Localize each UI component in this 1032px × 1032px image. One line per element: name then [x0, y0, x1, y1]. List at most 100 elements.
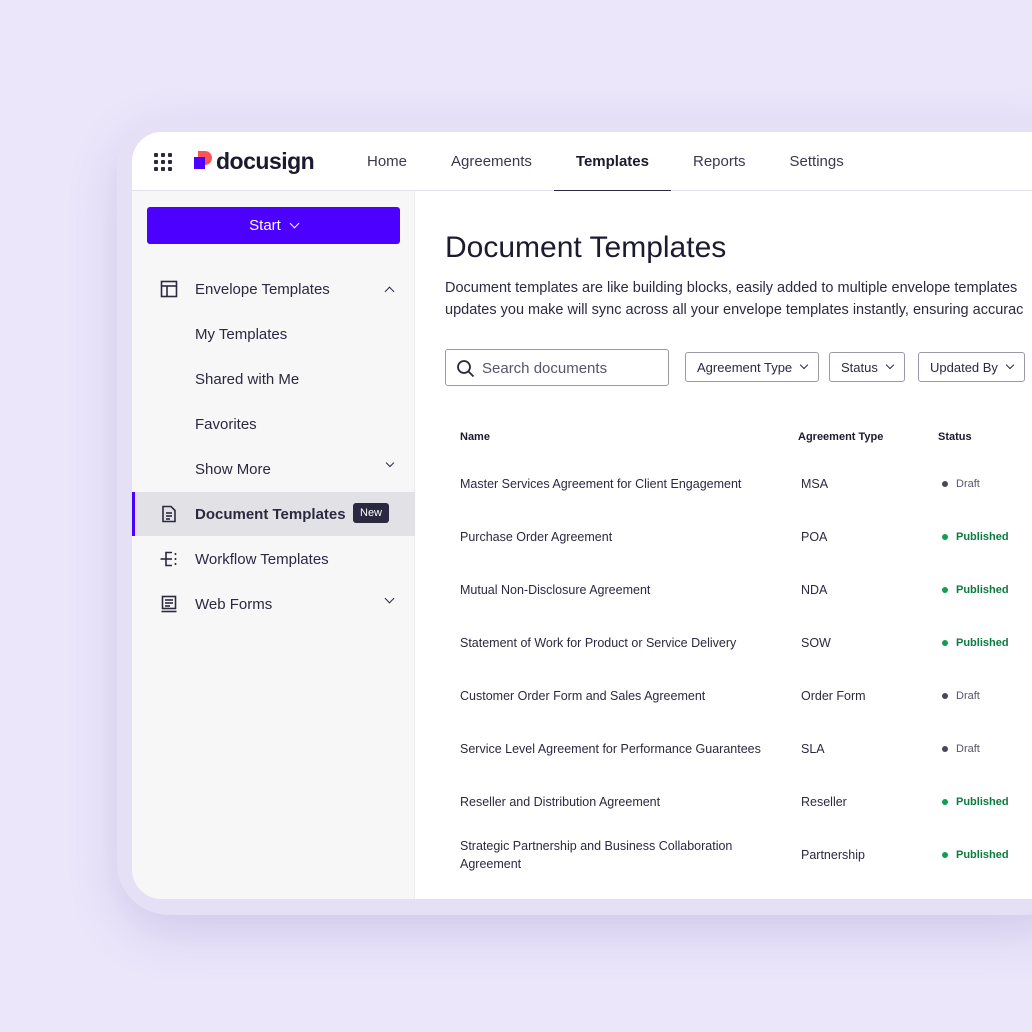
sidebar-item-favorites[interactable]: Favorites [132, 402, 415, 446]
table-row[interactable]: Customer Order Form and Sales Agreement … [445, 669, 1032, 722]
nav-templates[interactable]: Templates [553, 132, 672, 192]
template-name[interactable]: Purchase Order Agreement [460, 528, 765, 546]
sidebar-item-label: Show More [195, 460, 271, 478]
sidebar-item-show-more[interactable]: Show More [132, 447, 415, 491]
status-dot-icon [942, 851, 948, 858]
column-header-status[interactable]: Status [938, 431, 972, 443]
filter-label: Updated By [930, 359, 998, 375]
status-dot-icon [942, 692, 948, 699]
sidebar-item-label: Workflow Templates [195, 550, 329, 568]
table-row[interactable]: Master Services Agreement for Client Eng… [445, 457, 1032, 510]
nav-agreements[interactable]: Agreements [429, 132, 554, 191]
docusign-logo[interactable]: docusign [194, 147, 315, 174]
chevron-down-icon [289, 218, 300, 229]
template-name[interactable]: Strategic Partnership and Business Colla… [460, 837, 765, 873]
agreement-type: MSA [801, 476, 829, 491]
document-icon [162, 505, 176, 523]
agreement-type: Order Form [801, 688, 866, 703]
filter-agreement-type[interactable]: Agreement Type [685, 352, 820, 382]
status-dot-icon [942, 480, 948, 487]
layout-icon [160, 280, 178, 298]
search-box[interactable] [445, 349, 669, 386]
table-row[interactable]: Purchase Order Agreement POA Published [445, 510, 1032, 563]
sidebar: Start Envelope Templates My Templates Sh… [132, 191, 415, 899]
agreement-type: Reseller [801, 794, 847, 809]
sidebar-item-envelope-templates[interactable]: Envelope Templates [132, 267, 415, 311]
agreement-type: Partnership [801, 847, 865, 862]
nav-home[interactable]: Home [345, 132, 429, 191]
status-text: Draft [956, 742, 980, 755]
sidebar-item-document-templates[interactable]: Document Templates New [132, 492, 415, 536]
app-window: docusign Home Agreements Templates Repor… [132, 132, 1032, 899]
status-text: Draft [956, 477, 980, 490]
filter-label: Agreement Type [697, 359, 793, 375]
description-line-2: updates you make will sync across all yo… [445, 302, 1024, 318]
status-badge: Published [942, 637, 1009, 649]
template-name[interactable]: Service Level Agreement for Performance … [460, 740, 765, 758]
chevron-down-icon [1005, 360, 1015, 370]
chevron-up-icon[interactable] [384, 286, 395, 297]
start-button[interactable]: Start [147, 207, 400, 244]
table-row[interactable]: Service Level Agreement for Performance … [445, 722, 1032, 775]
status-text: Published [956, 848, 1009, 861]
description-line-1: Document templates are like building blo… [445, 280, 1018, 296]
status-badge: Published [942, 849, 1009, 861]
app-launcher-icon[interactable] [154, 153, 172, 171]
main-nav: Home Agreements Templates Reports Settin… [345, 132, 866, 192]
chevron-down-icon [799, 360, 809, 370]
template-name[interactable]: Master Services Agreement for Client Eng… [460, 475, 765, 493]
sidebar-item-workflow-templates[interactable]: Workflow Templates [132, 537, 415, 581]
chevron-down-icon[interactable] [384, 593, 395, 604]
top-bar: docusign Home Agreements Templates Repor… [132, 132, 1032, 192]
nav-reports[interactable]: Reports [671, 132, 768, 191]
agreement-type: SOW [801, 635, 831, 650]
start-button-label: Start [249, 217, 281, 234]
main-content: Document Templates Document templates ar… [416, 191, 1032, 899]
table-row[interactable]: Mutual Non-Disclosure Agreement NDA Publ… [445, 563, 1032, 616]
web-form-icon [161, 595, 177, 613]
agreement-type: NDA [801, 582, 828, 597]
filter-label: Status [841, 359, 878, 375]
chevron-down-icon [385, 458, 395, 468]
template-name[interactable]: Customer Order Form and Sales Agreement [460, 687, 765, 705]
sidebar-item-label: Favorites [195, 415, 257, 433]
nav-settings[interactable]: Settings [768, 132, 866, 191]
agreement-type: SLA [801, 741, 825, 756]
filter-updated-by[interactable]: Updated By [918, 352, 1025, 382]
filter-status[interactable]: Status [829, 352, 905, 382]
logo-text: docusign [216, 147, 315, 174]
workflow-icon [160, 551, 177, 567]
template-name[interactable]: Mutual Non-Disclosure Agreement [460, 581, 765, 599]
status-text: Published [956, 636, 1009, 649]
status-dot-icon [942, 745, 948, 752]
table-row[interactable]: Statement of Work for Product or Service… [445, 616, 1032, 669]
status-badge: Published [942, 796, 1009, 808]
status-badge: Draft [942, 743, 980, 755]
template-name[interactable]: Reseller and Distribution Agreement [460, 793, 765, 811]
search-icon [457, 360, 475, 378]
status-badge: Published [942, 531, 1009, 543]
search-input[interactable] [482, 357, 662, 379]
status-text: Draft [956, 689, 980, 702]
sidebar-item-label: My Templates [195, 325, 288, 343]
status-dot-icon [942, 586, 948, 593]
status-dot-icon [942, 798, 948, 805]
sidebar-item-label: Web Forms [195, 595, 273, 613]
sidebar-item-shared-with-me[interactable]: Shared with Me [132, 357, 415, 401]
sidebar-item-label: Envelope Templates [195, 280, 330, 298]
status-badge: Draft [942, 690, 980, 702]
sidebar-item-web-forms[interactable]: Web Forms [132, 582, 415, 626]
logo-mark-icon [194, 151, 212, 171]
status-dot-icon [942, 533, 948, 540]
column-header-agreement-type[interactable]: Agreement Type [798, 431, 883, 443]
agreement-type: POA [801, 529, 828, 544]
column-header-name[interactable]: Name [460, 431, 490, 443]
sidebar-item-label: Shared with Me [195, 370, 300, 388]
status-badge: Draft [942, 478, 980, 490]
new-badge: New [353, 503, 390, 523]
template-name[interactable]: Statement of Work for Product or Service… [460, 634, 765, 652]
table-row[interactable]: Reseller and Distribution Agreement Rese… [445, 775, 1032, 828]
table-row[interactable]: Strategic Partnership and Business Colla… [445, 828, 1032, 881]
status-badge: Published [942, 584, 1009, 596]
sidebar-item-my-templates[interactable]: My Templates [132, 312, 415, 356]
